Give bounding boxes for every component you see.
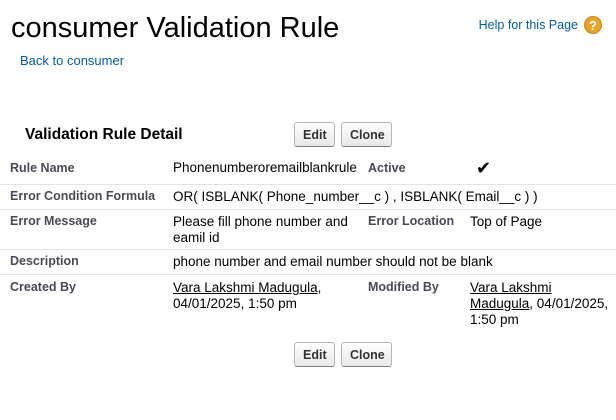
error-message-row: Error Message Please fill phone number a… (0, 210, 616, 250)
rule-name-row: Rule Name Phonenumberoremailblankrule Ac… (0, 154, 616, 185)
back-to-consumer-link[interactable]: Back to consumer (20, 53, 124, 68)
help-text[interactable]: Help for this Page (479, 18, 578, 32)
modified-by-label: Modified By (368, 280, 439, 294)
active-checkbox-icon: ✔ (476, 158, 492, 178)
created-by-user-link[interactable]: Vara Lakshmi Madugula (173, 280, 318, 295)
rule-name-label: Rule Name (10, 161, 75, 175)
created-modified-row: Created By Vara Lakshmi Madugula, 04/01/… (0, 275, 616, 335)
formula-value: OR( ISBLANK( Phone_number__c ) , ISBLANK… (173, 189, 538, 204)
error-message-value: Please fill phone number and eamil id (173, 214, 348, 245)
created-by-value: Vara Lakshmi Madugula, 04/01/2025, 1:50 … (173, 280, 363, 312)
active-label: Active (368, 161, 406, 175)
description-row: Description phone number and email numbe… (0, 250, 616, 275)
help-icon[interactable]: ? (584, 16, 602, 34)
error-location-label: Error Location (368, 214, 455, 228)
detail-table: Rule Name Phonenumberoremailblankrule Ac… (0, 154, 616, 335)
description-label: Description (10, 254, 79, 268)
page-title: consumer Validation Rule (11, 12, 340, 44)
section-title: Validation Rule Detail (25, 126, 183, 143)
description-value: phone number and email number should not… (173, 254, 493, 269)
footer-clone-button[interactable]: Clone (341, 342, 392, 367)
footer-edit-button[interactable]: Edit (294, 342, 335, 367)
formula-row: Error Condition Formula OR( ISBLANK( Pho… (0, 185, 616, 210)
clone-button[interactable]: Clone (341, 122, 392, 147)
modified-by-value: Vara Lakshmi Madugula, 04/01/2025, 1:50 … (470, 280, 610, 328)
created-by-label: Created By (10, 280, 76, 294)
error-location-value: Top of Page (470, 214, 543, 229)
rule-name-value: Phonenumberoremailblankrule (173, 160, 357, 175)
edit-button[interactable]: Edit (294, 122, 335, 147)
formula-label: Error Condition Formula (10, 189, 156, 203)
help-link[interactable]: Help for this Page ? (479, 16, 602, 34)
error-message-label: Error Message (10, 214, 97, 228)
